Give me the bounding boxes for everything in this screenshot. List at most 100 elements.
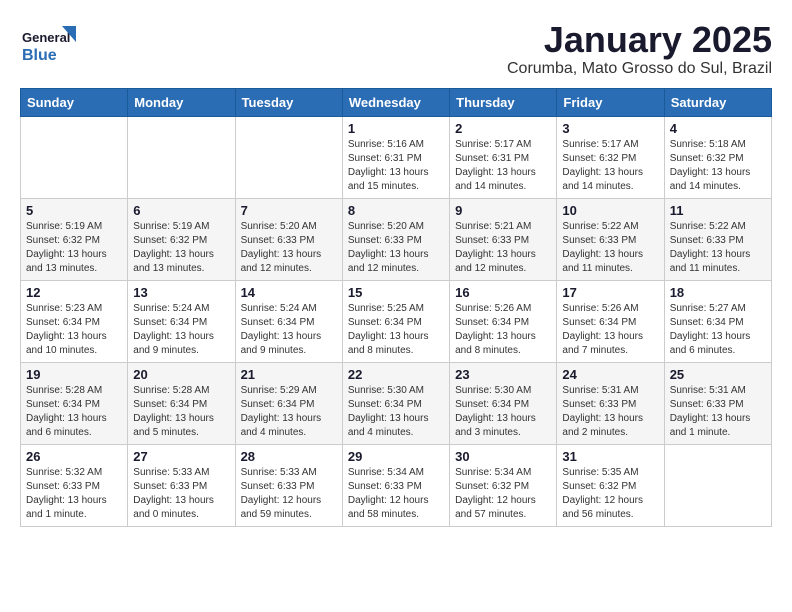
day-number: 17 (562, 285, 658, 300)
calendar-cell: 20 Sunrise: 5:28 AM Sunset: 6:34 PM Dayli… (128, 362, 235, 444)
calendar-cell: 1 Sunrise: 5:16 AM Sunset: 6:31 PM Daylig… (342, 116, 449, 198)
day-number: 2 (455, 121, 551, 136)
day-info: Sunrise: 5:16 AM Sunset: 6:31 PM Dayligh… (348, 138, 444, 194)
calendar-week-5: 26 Sunrise: 5:32 AM Sunset: 6:33 PM Dayli… (21, 444, 772, 526)
day-number: 1 (348, 121, 444, 136)
calendar-cell (128, 116, 235, 198)
day-number: 20 (133, 367, 229, 382)
day-info: Sunrise: 5:17 AM Sunset: 6:32 PM Dayligh… (562, 138, 658, 194)
header-friday: Friday (557, 88, 664, 116)
day-info: Sunrise: 5:35 AM Sunset: 6:32 PM Dayligh… (562, 466, 658, 522)
calendar-table: Sunday Monday Tuesday Wednesday Thursday… (20, 88, 772, 527)
day-number: 11 (670, 203, 766, 218)
calendar-week-4: 19 Sunrise: 5:28 AM Sunset: 6:34 PM Dayli… (21, 362, 772, 444)
calendar-cell: 29Sunrise: 5:34 AM Sunset: 6:33 PM Dayli… (342, 444, 449, 526)
day-number: 18 (670, 285, 766, 300)
day-info: Sunrise: 5:31 AM Sunset: 6:33 PM Dayligh… (670, 384, 766, 440)
day-info: Sunrise: 5:21 AM Sunset: 6:33 PM Dayligh… (455, 220, 551, 276)
day-info: Sunrise: 5:33 AM Sunset: 6:33 PM Dayligh… (241, 466, 337, 522)
calendar-cell: 22Sunrise: 5:30 AM Sunset: 6:34 PM Dayli… (342, 362, 449, 444)
day-info: Sunrise: 5:34 AM Sunset: 6:33 PM Dayligh… (348, 466, 444, 522)
day-number: 10 (562, 203, 658, 218)
calendar-cell: 13Sunrise: 5:24 AM Sunset: 6:34 PM Dayli… (128, 280, 235, 362)
calendar-week-3: 12Sunrise: 5:23 AM Sunset: 6:34 PM Dayli… (21, 280, 772, 362)
calendar-cell: 31Sunrise: 5:35 AM Sunset: 6:32 PM Dayli… (557, 444, 664, 526)
day-info: Sunrise: 5:28 AM Sunset: 6:34 PM Dayligh… (133, 384, 229, 440)
day-number: 23 (455, 367, 551, 382)
calendar-cell: 23 Sunrise: 5:30 AM Sunset: 6:34 PM Dayli… (450, 362, 557, 444)
calendar-cell (21, 116, 128, 198)
svg-text:Blue: Blue (22, 47, 57, 64)
svg-text:General: General (22, 30, 70, 45)
day-info: Sunrise: 5:30 AM Sunset: 6:34 PM Dayligh… (348, 384, 444, 440)
day-info: Sunrise: 5:34 AM Sunset: 6:32 PM Dayligh… (455, 466, 551, 522)
calendar-cell: 27 Sunrise: 5:33 AM Sunset: 6:33 PM Dayli… (128, 444, 235, 526)
day-info: Sunrise: 5:20 AM Sunset: 6:33 PM Dayligh… (241, 220, 337, 276)
day-info: Sunrise: 5:18 AM Sunset: 6:32 PM Dayligh… (670, 138, 766, 194)
day-number: 5 (26, 203, 122, 218)
title-section: January 2025 Corumba, Mato Grosso do Sul… (507, 20, 772, 78)
calendar-cell: 8 Sunrise: 5:20 AM Sunset: 6:33 PM Daylig… (342, 198, 449, 280)
calendar-cell: 14 Sunrise: 5:24 AM Sunset: 6:34 PM Dayli… (235, 280, 342, 362)
header-saturday: Saturday (664, 88, 771, 116)
day-number: 14 (241, 285, 337, 300)
calendar-cell: 5 Sunrise: 5:19 AM Sunset: 6:32 PM Daylig… (21, 198, 128, 280)
calendar-cell (235, 116, 342, 198)
day-info: Sunrise: 5:22 AM Sunset: 6:33 PM Dayligh… (670, 220, 766, 276)
calendar-cell: 24Sunrise: 5:31 AM Sunset: 6:33 PM Dayli… (557, 362, 664, 444)
calendar-cell: 10Sunrise: 5:22 AM Sunset: 6:33 PM Dayli… (557, 198, 664, 280)
day-number: 4 (670, 121, 766, 136)
day-number: 26 (26, 449, 122, 464)
day-info: Sunrise: 5:20 AM Sunset: 6:33 PM Dayligh… (348, 220, 444, 276)
day-number: 21 (241, 367, 337, 382)
header-monday: Monday (128, 88, 235, 116)
day-number: 19 (26, 367, 122, 382)
day-info: Sunrise: 5:29 AM Sunset: 6:34 PM Dayligh… (241, 384, 337, 440)
calendar-cell: 30 Sunrise: 5:34 AM Sunset: 6:32 PM Dayli… (450, 444, 557, 526)
day-number: 6 (133, 203, 229, 218)
day-number: 7 (241, 203, 337, 218)
calendar-cell: 26 Sunrise: 5:32 AM Sunset: 6:33 PM Dayli… (21, 444, 128, 526)
day-info: Sunrise: 5:27 AM Sunset: 6:34 PM Dayligh… (670, 302, 766, 358)
calendar-cell: 16 Sunrise: 5:26 AM Sunset: 6:34 PM Dayli… (450, 280, 557, 362)
day-number: 3 (562, 121, 658, 136)
calendar-cell: 17 Sunrise: 5:26 AM Sunset: 6:34 PM Dayli… (557, 280, 664, 362)
page-header: General Blue January 2025 Corumba, Mato … (20, 20, 772, 78)
day-info: Sunrise: 5:24 AM Sunset: 6:34 PM Dayligh… (241, 302, 337, 358)
day-number: 15 (348, 285, 444, 300)
calendar-title: January 2025 (507, 20, 772, 60)
logo: General Blue (20, 20, 80, 70)
calendar-week-2: 5 Sunrise: 5:19 AM Sunset: 6:32 PM Daylig… (21, 198, 772, 280)
day-number: 27 (133, 449, 229, 464)
day-info: Sunrise: 5:19 AM Sunset: 6:32 PM Dayligh… (133, 220, 229, 276)
calendar-cell: 11 Sunrise: 5:22 AM Sunset: 6:33 PM Dayli… (664, 198, 771, 280)
day-number: 25 (670, 367, 766, 382)
day-number: 16 (455, 285, 551, 300)
calendar-cell: 7 Sunrise: 5:20 AM Sunset: 6:33 PM Daylig… (235, 198, 342, 280)
day-info: Sunrise: 5:17 AM Sunset: 6:31 PM Dayligh… (455, 138, 551, 194)
header-wednesday: Wednesday (342, 88, 449, 116)
day-info: Sunrise: 5:30 AM Sunset: 6:34 PM Dayligh… (455, 384, 551, 440)
day-number: 8 (348, 203, 444, 218)
day-info: Sunrise: 5:19 AM Sunset: 6:32 PM Dayligh… (26, 220, 122, 276)
calendar-cell: 19 Sunrise: 5:28 AM Sunset: 6:34 PM Dayli… (21, 362, 128, 444)
header-tuesday: Tuesday (235, 88, 342, 116)
day-info: Sunrise: 5:26 AM Sunset: 6:34 PM Dayligh… (562, 302, 658, 358)
day-number: 24 (562, 367, 658, 382)
day-info: Sunrise: 5:28 AM Sunset: 6:34 PM Dayligh… (26, 384, 122, 440)
calendar-cell: 18 Sunrise: 5:27 AM Sunset: 6:34 PM Dayli… (664, 280, 771, 362)
day-info: Sunrise: 5:32 AM Sunset: 6:33 PM Dayligh… (26, 466, 122, 522)
day-number: 30 (455, 449, 551, 464)
day-number: 28 (241, 449, 337, 464)
day-info: Sunrise: 5:25 AM Sunset: 6:34 PM Dayligh… (348, 302, 444, 358)
calendar-week-1: 1 Sunrise: 5:16 AM Sunset: 6:31 PM Daylig… (21, 116, 772, 198)
calendar-cell: 21 Sunrise: 5:29 AM Sunset: 6:34 PM Dayli… (235, 362, 342, 444)
header-sunday: Sunday (21, 88, 128, 116)
day-info: Sunrise: 5:26 AM Sunset: 6:34 PM Dayligh… (455, 302, 551, 358)
header-thursday: Thursday (450, 88, 557, 116)
day-number: 12 (26, 285, 122, 300)
day-info: Sunrise: 5:24 AM Sunset: 6:34 PM Dayligh… (133, 302, 229, 358)
calendar-cell: 28 Sunrise: 5:33 AM Sunset: 6:33 PM Dayli… (235, 444, 342, 526)
day-info: Sunrise: 5:33 AM Sunset: 6:33 PM Dayligh… (133, 466, 229, 522)
calendar-cell: 9Sunrise: 5:21 AM Sunset: 6:33 PM Daylig… (450, 198, 557, 280)
